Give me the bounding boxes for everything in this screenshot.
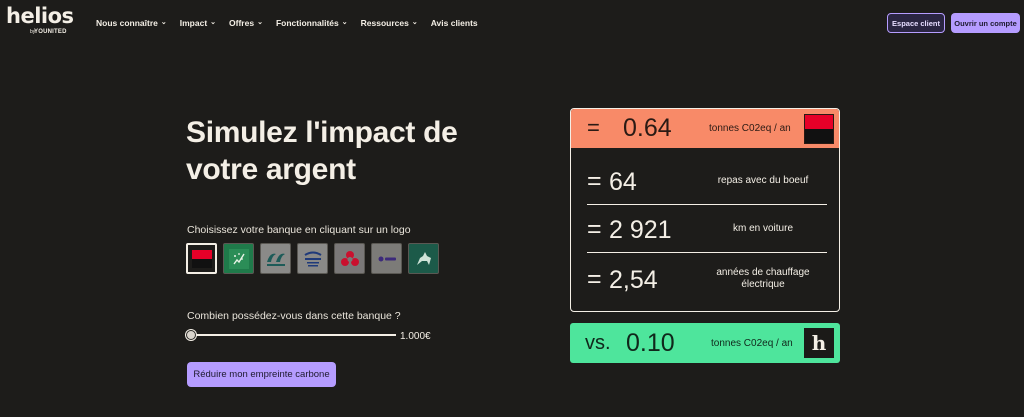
ouvrir-compte-button[interactable]: Ouvrir un compte bbox=[951, 13, 1020, 33]
nav-fonctionnalites[interactable]: Fonctionnalités ⌄ bbox=[276, 17, 348, 29]
nav-avis-clients[interactable]: Avis clients bbox=[431, 17, 478, 29]
equals-sign: = bbox=[587, 167, 602, 195]
main-nav: Nous connaître ⌄ Impact ⌄ Offres ⌄ Fonct… bbox=[96, 17, 478, 29]
equivalence-value: 2,54 bbox=[609, 266, 658, 294]
la-banque-postale-logo bbox=[303, 251, 322, 266]
bank-la-banque-postale[interactable] bbox=[297, 243, 328, 274]
amount-value: 1.000€ bbox=[400, 331, 431, 342]
bank-lcl[interactable] bbox=[408, 243, 439, 274]
equivalence-value: 64 bbox=[609, 168, 637, 196]
equivalence-label: repas avec du boeuf bbox=[717, 174, 809, 186]
logo-partner: YOUNITED bbox=[34, 29, 67, 35]
equals-sign: = bbox=[587, 115, 600, 140]
helios-logo[interactable]: helios by YOUNITED bbox=[6, 4, 74, 39]
bank-caisse-epargne[interactable] bbox=[334, 243, 365, 274]
equivalence-value: 2 921 bbox=[609, 216, 672, 244]
societe-generale-logo bbox=[804, 114, 834, 144]
logo-wordmark: helios bbox=[6, 4, 74, 28]
nav-ressources[interactable]: Ressources ⌄ bbox=[361, 17, 418, 29]
credit-agricole-logo bbox=[266, 253, 285, 266]
nav-label: Offres bbox=[229, 18, 255, 28]
page-title: Simulez l'impact de votre argent bbox=[186, 114, 526, 188]
bank-societe-generale[interactable] bbox=[186, 243, 217, 274]
impact-value: 0.64 bbox=[623, 114, 672, 142]
impact-card: = 0.64 tonnes C02eq / an = 64 repas avec… bbox=[570, 108, 840, 312]
nav-impact[interactable]: Impact ⌄ bbox=[180, 17, 216, 29]
bank-bpce[interactable] bbox=[371, 243, 402, 274]
title-bold: Simulez l'impact bbox=[186, 116, 416, 149]
slider-handle[interactable] bbox=[186, 330, 196, 340]
equivalence-row: = 2 921 km en voiture bbox=[587, 205, 827, 253]
chevron-down-icon: ⌄ bbox=[257, 19, 263, 26]
helios-unit: tonnes C02eq / an bbox=[711, 338, 793, 349]
amount-slider[interactable] bbox=[186, 329, 396, 341]
chevron-down-icon: ⌄ bbox=[341, 19, 348, 26]
helios-logo-icon: h bbox=[804, 328, 834, 358]
vs-label: vs. bbox=[585, 332, 611, 354]
helios-comparison-card: vs. 0.10 tonnes C02eq / an h bbox=[570, 323, 840, 363]
bpce-logo bbox=[378, 256, 396, 261]
chevron-down-icon: ⌄ bbox=[411, 19, 418, 26]
bnp-paribas-logo bbox=[228, 248, 249, 269]
equals-sign: = bbox=[587, 265, 602, 293]
nav-label: Nous connaître bbox=[96, 18, 158, 28]
helios-value: 0.10 bbox=[626, 329, 675, 357]
impact-unit: tonnes C02eq / an bbox=[709, 123, 791, 134]
bank-credit-agricole[interactable] bbox=[260, 243, 291, 274]
bank-selector bbox=[186, 243, 439, 274]
choose-bank-label: Choisissez votre banque en cliquant sur … bbox=[187, 224, 411, 236]
chevron-down-icon: ⌄ bbox=[160, 19, 167, 26]
nav-label: Avis clients bbox=[430, 18, 478, 28]
chevron-down-icon: ⌄ bbox=[210, 19, 217, 26]
nav-nous-connaitre[interactable]: Nous connaître ⌄ bbox=[96, 17, 167, 29]
equals-sign: = bbox=[587, 215, 602, 243]
equivalence-row: = 2,54 années de chauffage électrique bbox=[587, 255, 827, 303]
nav-offres[interactable]: Offres ⌄ bbox=[229, 17, 263, 29]
bank-bnp-paribas[interactable] bbox=[223, 243, 254, 274]
equivalence-label: km en voiture bbox=[732, 222, 794, 234]
amount-label: Combien possédez-vous dans cette banque … bbox=[187, 310, 401, 322]
impact-header: = 0.64 tonnes C02eq / an bbox=[571, 109, 839, 148]
equivalence-row: = 64 repas avec du boeuf bbox=[587, 157, 827, 205]
espace-client-button[interactable]: Espace client bbox=[887, 13, 945, 33]
nav-label: Impact bbox=[179, 18, 208, 28]
equivalence-label: années de chauffage électrique bbox=[716, 267, 810, 290]
reduce-footprint-button[interactable]: Réduire mon empreinte carbone bbox=[187, 362, 336, 387]
nav-label: Fonctionnalités bbox=[275, 18, 339, 28]
caisse-epargne-logo bbox=[340, 250, 359, 266]
nav-label: Ressources bbox=[360, 18, 409, 28]
slider-track[interactable] bbox=[190, 334, 396, 336]
lcl-logo bbox=[416, 251, 431, 265]
societe-generale-logo bbox=[191, 249, 212, 268]
